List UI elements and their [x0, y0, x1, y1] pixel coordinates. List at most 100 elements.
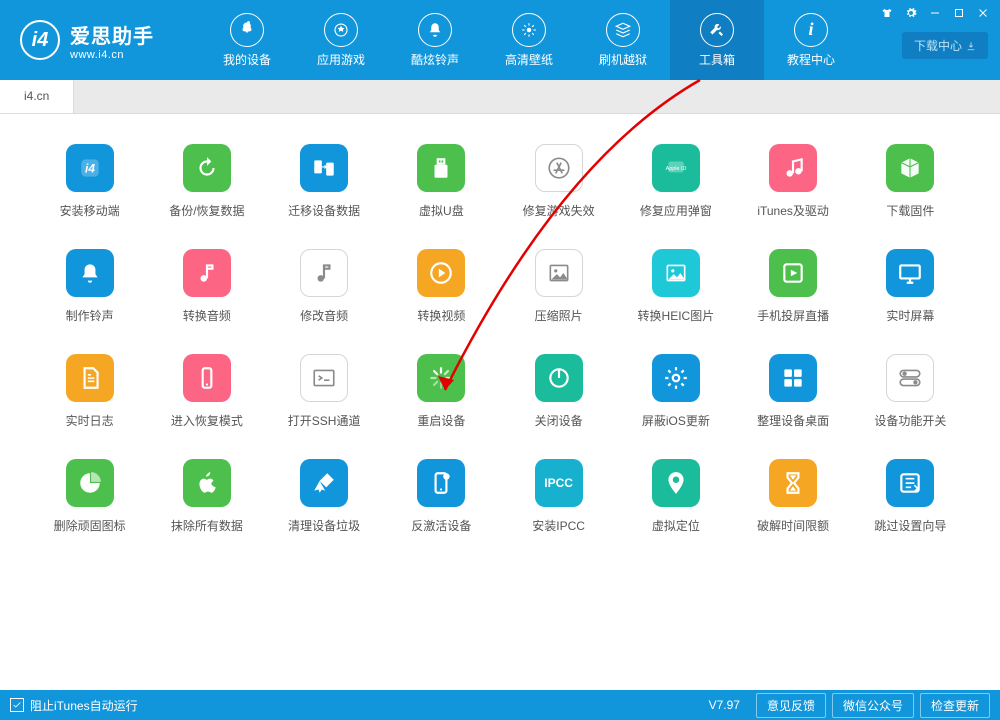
svg-text:Apple ID: Apple ID — [666, 166, 687, 172]
device-icon — [230, 13, 264, 47]
tutorial-icon: i — [794, 13, 828, 47]
block-itunes-label: 阻止iTunes自动运行 — [30, 697, 138, 714]
tool-label: 安装IPCC — [532, 517, 585, 534]
tool-itunes-driver[interactable]: iTunes及驱动 — [740, 144, 847, 219]
tool-install-mobile[interactable]: i4 安装移动端 — [36, 144, 143, 219]
tool-download-firmware[interactable]: 下载固件 — [857, 144, 964, 219]
nav-label: 酷炫铃声 — [411, 51, 459, 68]
tool-label: 修复应用弹窗 — [640, 202, 712, 219]
tool-virtual-usb[interactable]: 虚拟U盘 — [388, 144, 495, 219]
main-nav: 我的设备 应用游戏酷炫铃声 高清壁纸 刷机越狱工具箱i教程中心 — [200, 0, 858, 80]
nav-apps[interactable]: 应用游戏 — [294, 0, 388, 80]
version-label: V7.97 — [709, 698, 740, 712]
tool-feature-switch[interactable]: 设备功能开关 — [857, 354, 964, 429]
tool-label: 反激活设备 — [411, 517, 471, 534]
tool-screen-live[interactable]: 手机投屏直播 — [740, 249, 847, 324]
settings-icon[interactable] — [900, 4, 922, 22]
fix-popup-icon: Apple ID — [652, 144, 700, 192]
convert-audio-icon — [183, 249, 231, 297]
wechat-button[interactable]: 微信公众号 — [832, 693, 914, 718]
tool-crack-time[interactable]: 破解时间限额 — [740, 459, 847, 534]
nav-flash[interactable]: 刷机越狱 — [576, 0, 670, 80]
tool-label: 转换音频 — [183, 307, 231, 324]
enter-recovery-icon — [183, 354, 231, 402]
nav-device[interactable]: 我的设备 — [200, 0, 294, 80]
tool-label: 实时日志 — [66, 412, 114, 429]
tool-reboot[interactable]: 重启设备 — [388, 354, 495, 429]
tool-virtual-location[interactable]: 虚拟定位 — [622, 459, 729, 534]
tool-edit-audio[interactable]: 修改音频 — [271, 249, 378, 324]
tool-backup-restore[interactable]: 备份/恢复数据 — [153, 144, 260, 219]
brand-name: 爱思助手 — [70, 20, 154, 49]
block-itunes-checkbox[interactable] — [10, 698, 24, 712]
close-icon[interactable] — [972, 4, 994, 22]
tool-label: 修复游戏失效 — [523, 202, 595, 219]
minimize-icon[interactable] — [924, 4, 946, 22]
tool-label: 破解时间限额 — [757, 517, 829, 534]
tool-make-ringtone[interactable]: 制作铃声 — [36, 249, 143, 324]
skin-icon[interactable] — [876, 4, 898, 22]
nav-label: 我的设备 — [223, 51, 271, 68]
tool-label: 转换视频 — [417, 307, 465, 324]
tool-fix-game[interactable]: 修复游戏失效 — [505, 144, 612, 219]
download-icon — [966, 41, 976, 51]
tool-tidy-desktop[interactable]: 整理设备桌面 — [740, 354, 847, 429]
erase-all-icon — [183, 459, 231, 507]
feedback-button[interactable]: 意见反馈 — [756, 693, 826, 718]
apps-icon — [324, 13, 358, 47]
tool-block-ios-update[interactable]: 屏蔽iOS更新 — [622, 354, 729, 429]
tool-erase-all[interactable]: 抹除所有数据 — [153, 459, 260, 534]
tool-convert-video[interactable]: 转换视频 — [388, 249, 495, 324]
app-header: i4 爱思助手 www.i4.cn 我的设备应用游戏酷炫铃声高清壁纸刷机越狱工具… — [0, 0, 1000, 80]
flash-icon — [606, 13, 640, 47]
tool-shutdown[interactable]: 关闭设备 — [505, 354, 612, 429]
tool-deactivate[interactable]: 反激活设备 — [388, 459, 495, 534]
tool-label: 压缩照片 — [535, 307, 583, 324]
virtual-location-icon — [652, 459, 700, 507]
tool-skip-setup[interactable]: 跳过设置向导 — [857, 459, 964, 534]
tool-label: 清理设备垃圾 — [288, 517, 360, 534]
nav-tutorial[interactable]: i教程中心 — [764, 0, 858, 80]
tool-label: 备份/恢复数据 — [169, 202, 244, 219]
tool-convert-heic[interactable]: 转换HEIC图片 — [622, 249, 729, 324]
make-ringtone-icon — [66, 249, 114, 297]
tool-label: 整理设备桌面 — [757, 412, 829, 429]
tool-clean-trash[interactable]: 清理设备垃圾 — [271, 459, 378, 534]
tool-label: 虚拟U盘 — [419, 202, 464, 219]
shutdown-icon — [535, 354, 583, 402]
download-center-label: 下载中心 — [914, 37, 962, 54]
svg-text:i4: i4 — [85, 161, 95, 175]
maximize-icon[interactable] — [948, 4, 970, 22]
tool-realtime-log[interactable]: 实时日志 — [36, 354, 143, 429]
nav-ring[interactable]: 酷炫铃声 — [388, 0, 482, 80]
tool-open-ssh[interactable]: 打开SSH通道 — [271, 354, 378, 429]
nav-tools[interactable]: 工具箱 — [670, 0, 764, 80]
feature-switch-icon — [886, 354, 934, 402]
tab-i4cn[interactable]: i4.cn — [0, 79, 74, 113]
block-ios-update-icon — [652, 354, 700, 402]
tool-realtime-screen[interactable]: 实时屏幕 — [857, 249, 964, 324]
tool-label: 删除顽固图标 — [54, 517, 126, 534]
tool-del-stubborn[interactable]: 删除顽固图标 — [36, 459, 143, 534]
tool-label: 安装移动端 — [60, 202, 120, 219]
nav-wall[interactable]: 高清壁纸 — [482, 0, 576, 80]
brand-badge-icon: i4 — [20, 20, 60, 60]
tool-compress-photo[interactable]: 压缩照片 — [505, 249, 612, 324]
tools-panel: i4 安装移动端 备份/恢复数据 迁移设备数据虚拟U盘 修复游戏失效 Apple ID 修复… — [0, 114, 1000, 544]
realtime-log-icon — [66, 354, 114, 402]
convert-video-icon — [417, 249, 465, 297]
status-bar: 阻止iTunes自动运行 V7.97 意见反馈 微信公众号 检查更新 — [0, 690, 1000, 720]
nav-label: 高清壁纸 — [505, 51, 553, 68]
tool-fix-popup[interactable]: Apple ID 修复应用弹窗 — [622, 144, 729, 219]
check-update-button[interactable]: 检查更新 — [920, 693, 990, 718]
tool-convert-audio[interactable]: 转换音频 — [153, 249, 260, 324]
tool-migrate[interactable]: 迁移设备数据 — [271, 144, 378, 219]
download-center-button[interactable]: 下载中心 — [902, 32, 988, 59]
tool-label: 设备功能开关 — [874, 412, 946, 429]
backup-restore-icon — [183, 144, 231, 192]
migrate-icon — [300, 144, 348, 192]
crack-time-icon — [769, 459, 817, 507]
skip-setup-icon — [886, 459, 934, 507]
tool-enter-recovery[interactable]: 进入恢复模式 — [153, 354, 260, 429]
tool-install-ipcc[interactable]: IPCC安装IPCC — [505, 459, 612, 534]
